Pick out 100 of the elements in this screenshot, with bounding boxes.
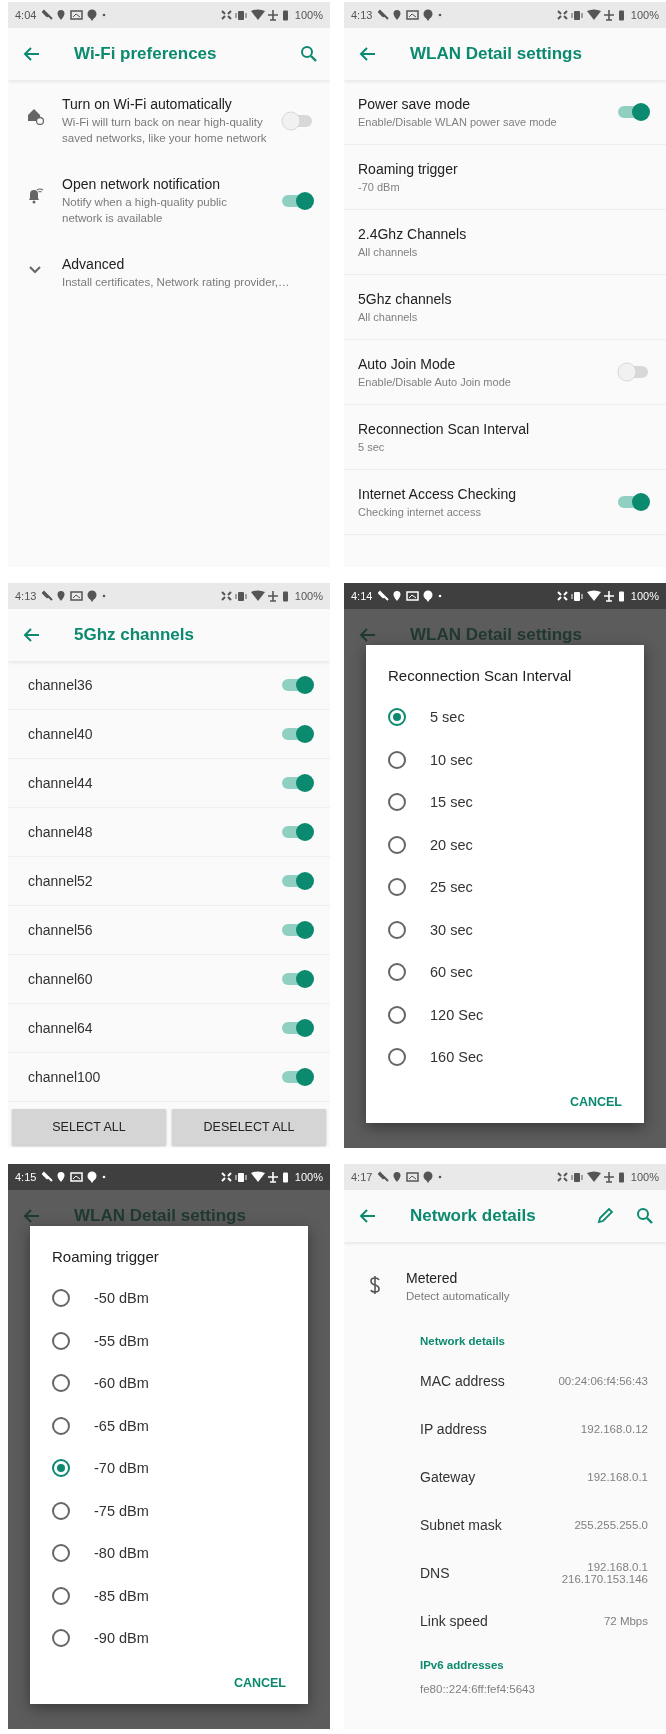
radio-button[interactable] [388, 708, 406, 727]
home-sync-icon [26, 106, 44, 125]
toggle-switch[interactable] [616, 491, 652, 513]
radio-button[interactable] [52, 1629, 70, 1648]
radio-button[interactable] [388, 878, 406, 897]
battery-percentage: 100% [294, 9, 323, 21]
setting-summary: Wi-Fi will turn back on near high-quality saved networks, like your home network [62, 115, 268, 146]
radio-button[interactable] [388, 963, 406, 982]
cancel-button[interactable]: CANCEL [227, 1667, 292, 1698]
action-button[interactable]: SELECT ALL [12, 1109, 166, 1145]
radio-button[interactable] [52, 1289, 70, 1308]
cancel-button[interactable]: CANCEL [563, 1086, 628, 1117]
setting-summary: 5 sec [358, 441, 386, 453]
detail-value: 192.168.0.1 216.170.153.146 [561, 1560, 648, 1585]
chevron-down-icon [29, 266, 41, 275]
search-icon[interactable] [636, 1207, 654, 1225]
screen-title: Network details [410, 1206, 537, 1226]
radio-button[interactable] [52, 1416, 70, 1435]
setting-summary: All channels [358, 311, 419, 323]
system-status-icons-drawing [220, 1171, 289, 1183]
channel-name: channel44 [28, 775, 94, 791]
search-icon[interactable] [300, 45, 318, 63]
battery-percentage: 100% [630, 9, 659, 21]
setting-summary: Install certificates, Network rating provider,… [62, 275, 291, 291]
battery-percentage: 100% [630, 590, 659, 602]
setting-summary: All channels [358, 246, 419, 258]
option-label[interactable]: -85 dBm [94, 1587, 149, 1604]
radio-button[interactable] [52, 1544, 70, 1563]
radio-button[interactable] [52, 1331, 70, 1350]
radio-button[interactable] [388, 1048, 406, 1067]
toggle-switch[interactable] [280, 919, 316, 941]
radio-button[interactable] [388, 835, 406, 854]
setting-title: 5Ghz channels [358, 291, 453, 307]
radio-button[interactable] [52, 1501, 70, 1520]
toggle-switch[interactable] [280, 674, 316, 696]
option-label[interactable]: 10 sec [430, 751, 473, 768]
setting-summary: -70 dBm [358, 181, 401, 193]
toggle-switch[interactable] [280, 190, 316, 213]
channel-name: channel48 [28, 824, 94, 840]
channel-name: channel36 [28, 677, 94, 693]
back-arrow-icon[interactable] [358, 1207, 376, 1225]
option-label[interactable]: 20 sec [430, 836, 473, 853]
action-button[interactable]: DESELECT ALL [172, 1109, 326, 1145]
detail-label: Gateway [420, 1468, 477, 1485]
screen-title: WLAN Detail settings [410, 44, 583, 64]
option-label[interactable]: -75 dBm [94, 1502, 149, 1519]
radio-button[interactable] [388, 920, 406, 939]
back-arrow-icon[interactable] [358, 45, 376, 63]
dialog-title: Reconnection Scan Interval [387, 667, 573, 684]
toggle-switch[interactable] [616, 101, 652, 123]
detail-value: 72 Mbps [603, 1614, 648, 1627]
system-status-icons-drawing [220, 9, 289, 21]
option-label[interactable]: 30 sec [430, 921, 473, 938]
option-label[interactable]: -60 dBm [94, 1375, 149, 1392]
toggle-switch[interactable] [280, 968, 316, 990]
toggle-switch[interactable] [280, 1017, 316, 1039]
screen-title: Wi-Fi preferences [74, 44, 218, 64]
radio-button[interactable] [52, 1586, 70, 1605]
toggle-switch[interactable] [280, 1066, 316, 1088]
channel-name: channel52 [28, 873, 94, 889]
option-label[interactable]: 120 Sec [430, 1006, 484, 1023]
radio-button[interactable] [52, 1374, 70, 1393]
radio-button[interactable] [388, 793, 406, 812]
back-arrow-icon[interactable] [22, 45, 40, 63]
radio-button[interactable] [388, 1005, 406, 1024]
option-label[interactable]: 160 Sec [430, 1049, 484, 1066]
radio-button[interactable] [52, 1459, 70, 1478]
option-label[interactable]: -70 dBm [94, 1460, 149, 1477]
battery-percentage: 100% [294, 590, 323, 602]
detail-label: MAC address [420, 1372, 506, 1389]
option-label[interactable]: -50 dBm [94, 1290, 149, 1307]
setting-summary: Checking internet access [358, 506, 482, 518]
toggle-switch[interactable] [280, 870, 316, 892]
detail-value: 255.255.255.0 [574, 1518, 648, 1531]
option-label[interactable]: 15 sec [430, 794, 473, 811]
toggle-switch[interactable] [280, 821, 316, 843]
option-label[interactable]: 5 sec [430, 709, 465, 726]
back-arrow-icon[interactable] [22, 626, 40, 644]
option-label[interactable]: -65 dBm [94, 1417, 149, 1434]
option-label[interactable]: 25 sec [430, 879, 473, 896]
status-time: 4:13 [15, 590, 37, 602]
option-label[interactable]: -90 dBm [94, 1630, 149, 1647]
toggle-switch[interactable] [280, 723, 316, 745]
setting-title: 2.4Ghz Channels [358, 226, 468, 242]
status-time: 4:14 [351, 590, 373, 602]
option-label[interactable]: -55 dBm [94, 1332, 149, 1349]
channel-name: channel56 [28, 922, 94, 938]
option-label[interactable]: 60 sec [430, 964, 473, 981]
system-status-icons-drawing [556, 590, 625, 602]
setting-title: Internet Access Checking [358, 486, 517, 502]
setting-title: Power save mode [358, 96, 472, 112]
toggle-switch[interactable] [280, 772, 316, 794]
radio-button[interactable] [388, 750, 406, 769]
system-status-icons-drawing [556, 1171, 625, 1183]
option-label[interactable]: -80 dBm [94, 1545, 149, 1562]
pencil-icon[interactable] [596, 1207, 614, 1225]
battery-percentage: 100% [630, 1171, 659, 1183]
setting-summary: Enable/Disable WLAN power save mode [358, 116, 558, 128]
setting-summary: Detect automatically [406, 1289, 511, 1304]
setting-title: Metered [406, 1270, 459, 1286]
